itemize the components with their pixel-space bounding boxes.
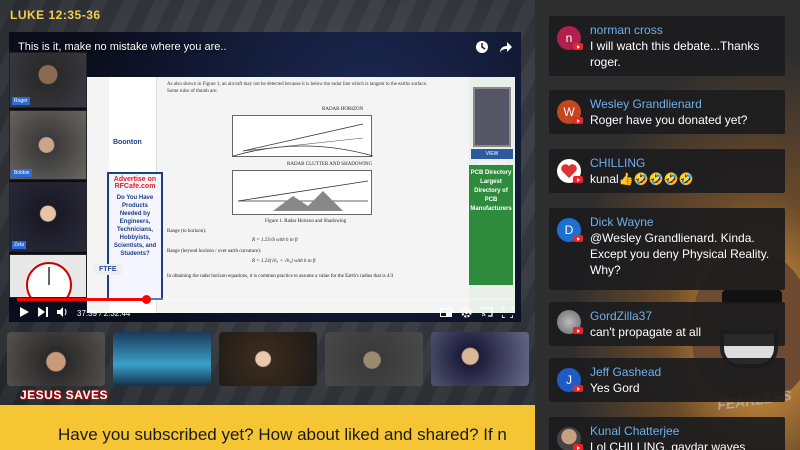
pcb-directory-ad: PCB Directory Largest Directory of PCB M… [469,165,513,285]
live-chat: n norman cross I will watch this debate.… [549,0,785,450]
radar-clutter-figure [232,170,372,215]
jesus-saves-banner: JESUS SAVES [20,388,108,402]
participant-strip [7,332,532,387]
dial-icon [26,262,72,297]
doc-paragraph-2: Some rules of thumb are: [167,89,218,94]
radar-horizon-figure [232,115,374,157]
time-display: 37:39 / 2:32:44 [77,308,131,318]
youtube-icon [573,117,583,124]
chat-text: Lol CHILLING, gaydar waves [590,440,746,450]
settings-icon[interactable] [461,306,472,320]
participant-thumb-5[interactable] [431,332,529,386]
progress-fill [17,298,146,301]
chat-author[interactable]: Jeff Gashead [590,364,777,380]
chat-author[interactable]: Wesley Grandlienard [590,96,777,112]
chat-message: GordZilla37 can't propagate at all [549,302,785,346]
chat-author[interactable]: GordZilla37 [590,308,777,324]
youtube-icon [573,385,583,392]
equation-1: R = 1.23√h with h in ft [252,238,298,243]
miniplayer-icon[interactable] [440,307,452,319]
chat-author[interactable]: CHILLING [590,155,777,171]
youtube-icon [573,176,583,183]
chat-message: Kunal Chatterjee Lol CHILLING, gaydar wa… [549,417,785,450]
chat-author[interactable]: norman cross [590,22,777,38]
advertise-body: Do You Have Products Needed by Engineers… [113,195,157,257]
cast-icon[interactable] [481,307,493,319]
chat-message: n norman cross I will watch this debate.… [549,16,785,76]
chat-author[interactable]: Dick Wayne [590,214,777,230]
advertise-heading: Advertise on RFCafe.com [113,176,157,190]
document-screen: Boonton Advertise on RFCafe.com Do You H… [87,77,515,313]
volume-icon[interactable] [57,307,68,319]
view-products-label: VIEW PRODUCTS [471,149,513,167]
video-player[interactable]: Boonton Advertise on RFCafe.com Do You H… [9,32,521,322]
ftfe-chip[interactable]: FTFE [94,264,122,275]
doc-footer-text: In obtaining the radar horizon equations… [167,274,394,279]
chat-text: @Wesley Grandlienard. Kinda. Except you … [590,231,770,277]
range-beyond-label: Range (beyond horizon / over earth curva… [167,249,262,254]
stream-stage: LUKE 12:35-36 Boonton Advertise on RFCaf… [0,0,535,405]
participant-1-video: Roger [9,52,87,108]
participant-tag: Bobbie [12,169,32,177]
chat-message: CHILLING kunal👍🤣🤣🤣🤣 [549,149,785,193]
chat-message: W Wesley Grandlienard Roger have you don… [549,90,785,134]
chat-text: Yes Gord [590,381,640,395]
figure-caption: Figure 1. Radar Horizon and Shadowing [265,219,347,224]
youtube-icon [573,235,583,242]
document-text: As also shown in Figure 1, an aircraft m… [167,81,457,95]
range-horizon-label: Range (to horizon): [167,229,207,234]
participant-3-video: Zeta [9,182,87,252]
progress-knob[interactable] [141,295,151,304]
figure-top-label: RADAR HORIZON [322,107,364,112]
participant-thumb-2[interactable] [113,332,211,386]
chat-text: I will watch this debate...Thanks roger. [590,39,760,69]
play-icon[interactable] [19,307,29,319]
fullscreen-icon[interactable] [501,305,514,320]
chat-message: J Jeff Gashead Yes Gord [549,358,785,402]
participant-thumb-3[interactable] [219,332,317,386]
youtube-icon [573,444,583,450]
progress-bar[interactable] [17,295,513,304]
participant-tag: Zeta [12,241,27,249]
radar-horizon-diagram [232,123,374,157]
video-top-controls [475,40,513,54]
video-bottom-controls: 37:39 / 2:32:44 [19,305,514,320]
figure-bottom-label: RADAR CLUTTER AND SHADOWING [287,162,373,167]
chat-text: kunal👍🤣🤣🤣🤣 [590,172,694,186]
clock-icon[interactable] [475,40,489,54]
youtube-icon [573,327,583,334]
radar-clutter-diagram [237,180,369,211]
participant-tag: Roger [12,97,30,105]
participant-4-video [9,254,87,298]
chat-text: can't propagate at all [590,325,702,339]
share-icon[interactable] [499,40,513,54]
chat-author[interactable]: Kunal Chatterjee [590,423,777,439]
video-title[interactable]: This is it, make no mistake where you ar… [18,41,226,53]
participant-thumb-1[interactable] [7,332,105,386]
youtube-icon [573,43,583,50]
doc-paragraph-1: As also shown in Figure 1, an aircraft m… [167,82,428,87]
phone-ad-image [473,87,511,147]
participant-2-video: Bobbie [9,110,87,180]
next-icon[interactable] [38,307,48,319]
chat-text: Roger have you donated yet? [590,113,748,127]
ticker-text: Have you subscribed yet? How about liked… [58,425,507,444]
chat-message: D Dick Wayne @Wesley Grandlienard. Kinda… [549,208,785,290]
ad-logo: Boonton [113,139,142,146]
right-ad-column: VIEW PRODUCTS PCB Directory Largest Dire… [469,77,515,313]
equation-2: R = 1.23(√h₁ + √h₂) with h in ft [252,259,316,264]
advertise-box: Advertise on RFCafe.com Do You Have Prod… [107,172,163,300]
participant-thumb-4[interactable] [325,332,423,386]
verse-label: LUKE 12:35-36 [10,8,101,22]
ticker-bar: Have you subscribed yet? How about liked… [0,405,535,450]
